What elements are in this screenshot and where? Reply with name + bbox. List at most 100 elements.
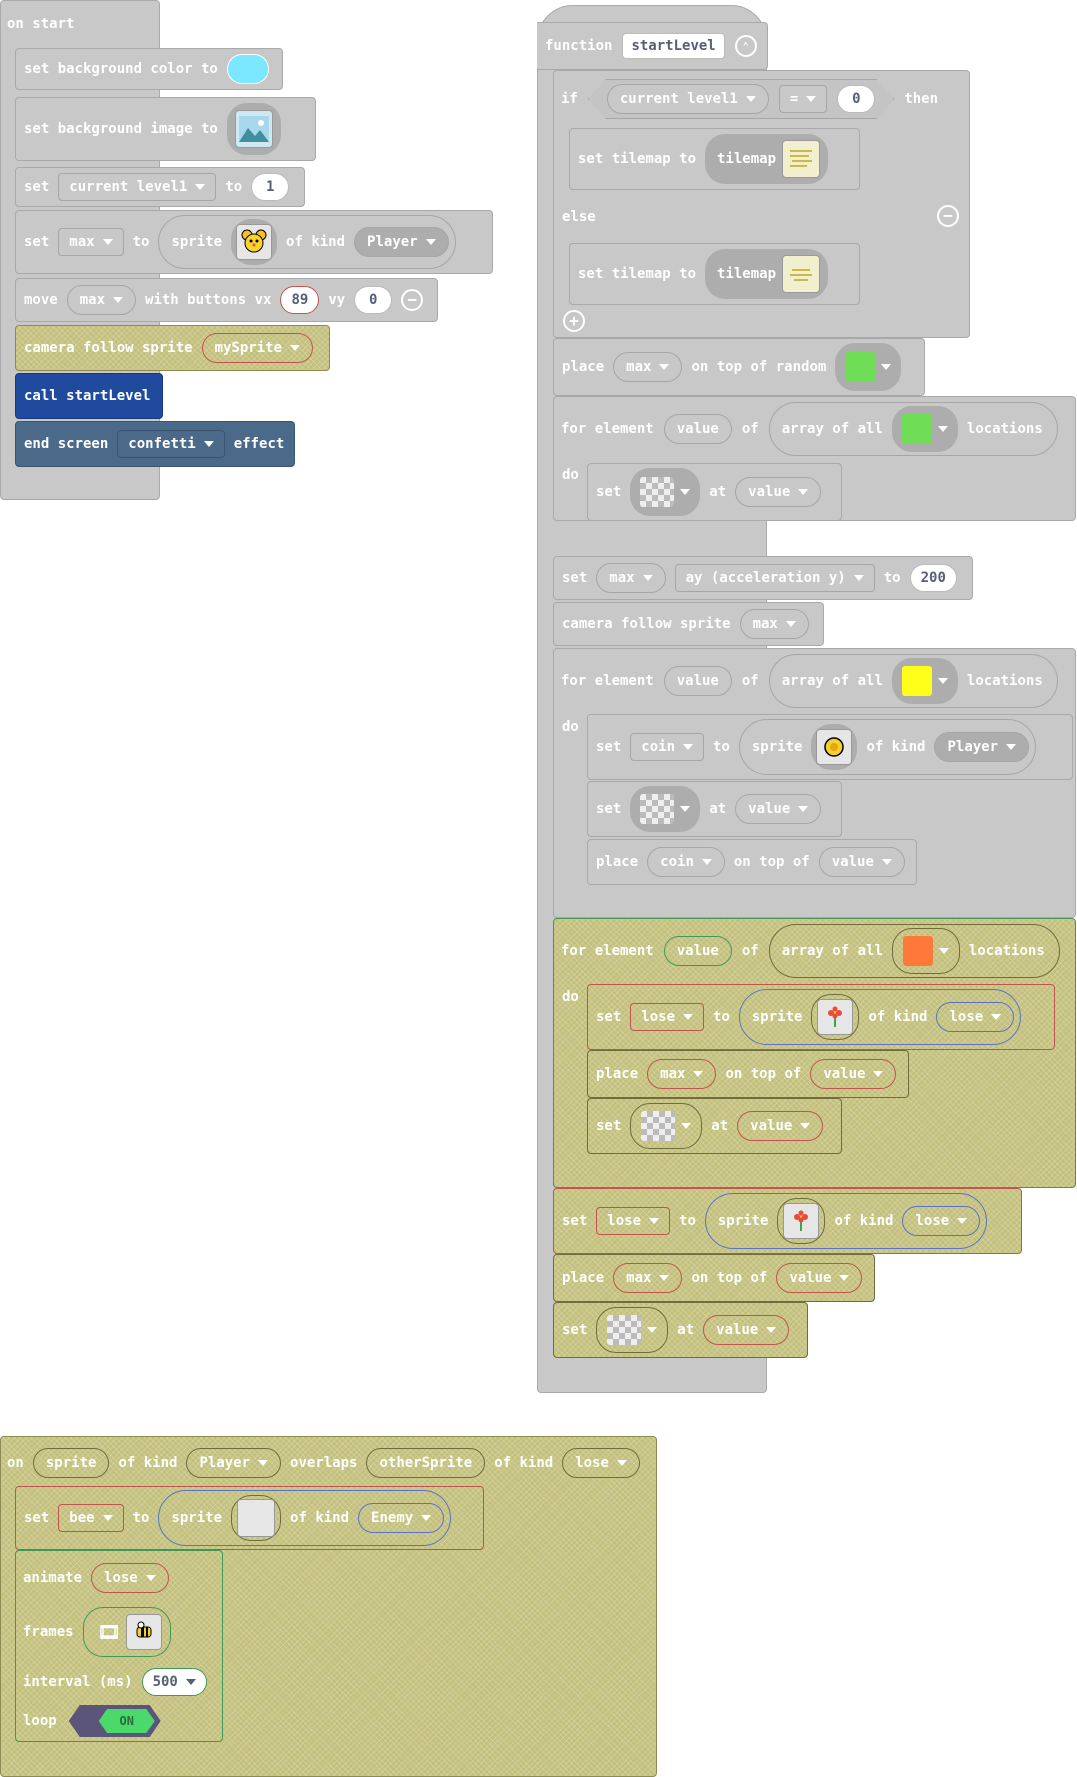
coin-variable-dropdown[interactable]: coin: [630, 733, 705, 761]
if-variable-dropdown[interactable]: current level1: [607, 84, 769, 114]
ay-sprite-dropdown[interactable]: max: [596, 563, 666, 593]
location-variable-dropdown[interactable]: value: [818, 847, 905, 877]
create-sprite-reporter[interactable]: sprite of kind Enemy: [158, 1490, 452, 1546]
set-tilemap-block-2[interactable]: set tilemap to tilemap: [569, 243, 860, 305]
bee-variable-dropdown[interactable]: bee: [58, 1504, 124, 1532]
create-sprite-reporter[interactable]: sprite of kind Player: [738, 719, 1037, 775]
loop-toggle[interactable]: ON: [68, 1705, 161, 1737]
compare-operator-dropdown[interactable]: =: [779, 85, 827, 113]
sprite-image-picker[interactable]: [231, 1495, 282, 1541]
if-row[interactable]: if current level1 = 0 then: [561, 74, 938, 124]
set-lose-sprite-block-2[interactable]: set lose to sprite of kind lose: [553, 1188, 1022, 1254]
function-name-input[interactable]: startLevel: [622, 33, 725, 59]
place-max-block[interactable]: place max on top of value: [587, 1050, 909, 1098]
location-variable-dropdown[interactable]: value: [810, 1059, 897, 1089]
max-variable-dropdown[interactable]: max: [58, 228, 124, 256]
create-sprite-reporter[interactable]: sprite of kind lose: [704, 1193, 988, 1249]
place-variable-dropdown[interactable]: max: [647, 1059, 717, 1089]
set-max-sprite-block[interactable]: set max to sprite of kind Player: [15, 210, 493, 274]
location-variable-dropdown[interactable]: value: [737, 1111, 824, 1141]
minus-circle-icon[interactable]: −: [401, 289, 424, 311]
background-image-picker[interactable]: [226, 103, 281, 155]
tile-picker[interactable]: [891, 406, 958, 452]
loop-2-header[interactable]: for element value of array of all locati…: [561, 652, 1058, 710]
interval-dropdown[interactable]: 500: [141, 1668, 207, 1696]
frames-picker[interactable]: 🎞: [82, 1607, 172, 1657]
camera-follow-max-block[interactable]: camera follow sprite max: [553, 602, 824, 646]
animate-row[interactable]: animate lose: [23, 1556, 169, 1600]
vy-input[interactable]: 0: [354, 286, 393, 314]
sprite-image-picker[interactable]: [777, 1198, 826, 1244]
sprite-image-picker[interactable]: [231, 219, 278, 265]
set-bee-sprite-block[interactable]: set bee to sprite of kind Enemy: [15, 1486, 484, 1550]
set-lose-sprite-block[interactable]: set lose to sprite of kind lose: [587, 984, 1055, 1050]
loop-row[interactable]: loop ON: [23, 1704, 161, 1738]
place-coin-block[interactable]: place coin on top of value: [587, 839, 917, 885]
kind-dropdown[interactable]: Enemy: [358, 1503, 445, 1533]
place-max-block-2[interactable]: place max on top of value: [553, 1254, 875, 1302]
camera-follow-block[interactable]: camera follow sprite mySprite: [15, 325, 330, 371]
compare-value-input[interactable]: 0: [837, 85, 875, 113]
frames-row[interactable]: frames 🎞: [23, 1606, 172, 1658]
lose-variable-dropdown[interactable]: lose: [630, 1003, 705, 1031]
array-of-all-reporter[interactable]: array of all locations: [768, 924, 1060, 978]
kind-dropdown[interactable]: lose: [902, 1206, 981, 1236]
move-variable-dropdown[interactable]: max: [66, 285, 137, 315]
set-tile-at-block[interactable]: set at value: [587, 463, 842, 521]
animate-sprite-dropdown[interactable]: lose: [91, 1563, 169, 1593]
set-acceleration-block[interactable]: set max ay (acceleration y) to 200: [553, 556, 973, 600]
lose-variable-dropdown[interactable]: lose: [596, 1207, 671, 1235]
location-variable-dropdown[interactable]: value: [735, 477, 822, 507]
create-sprite-reporter[interactable]: sprite of kind Player: [158, 215, 456, 269]
vx-input[interactable]: 89: [280, 286, 320, 314]
plus-circle-icon[interactable]: +: [563, 310, 585, 332]
element-variable[interactable]: value: [663, 414, 732, 444]
kind-1-dropdown[interactable]: Player: [186, 1448, 282, 1478]
place-variable-dropdown[interactable]: max: [613, 352, 683, 382]
element-variable[interactable]: value: [663, 666, 732, 696]
set-tile-at-block[interactable]: set at value: [587, 781, 842, 837]
minus-circle-icon[interactable]: −: [937, 205, 959, 227]
set-background-color-block[interactable]: set background color to: [15, 48, 283, 90]
element-variable[interactable]: value: [663, 936, 732, 966]
tile-picker[interactable]: [630, 1103, 703, 1149]
place-variable-dropdown[interactable]: max: [613, 1263, 683, 1293]
compare-condition[interactable]: current level1 = 0: [588, 79, 894, 119]
current-level-variable-dropdown[interactable]: current level1: [58, 173, 217, 201]
tile-picker[interactable]: [630, 786, 701, 832]
set-tile-at-block[interactable]: set at value: [587, 1098, 842, 1154]
function-header[interactable]: function startLevel ⌃: [537, 22, 768, 70]
tile-picker[interactable]: [891, 658, 958, 704]
collapse-chevron-icon[interactable]: ⌃: [734, 35, 757, 57]
kind-dropdown[interactable]: lose: [936, 1002, 1015, 1032]
tilemap-picker[interactable]: tilemap: [705, 249, 829, 299]
loop-1-header[interactable]: for element value of array of all locati…: [561, 400, 1058, 458]
sprite-image-picker[interactable]: [811, 994, 860, 1040]
other-sprite-variable[interactable]: otherSprite: [366, 1448, 486, 1478]
sprite-image-picker[interactable]: [811, 724, 858, 770]
move-with-buttons-block[interactable]: move max with buttons vx 89 vy 0 −: [15, 278, 438, 322]
acceleration-value-input[interactable]: 200: [909, 564, 957, 592]
level-value-input[interactable]: 1: [251, 173, 290, 201]
tile-picker[interactable]: [596, 1307, 669, 1353]
kind-dropdown[interactable]: Player: [354, 227, 449, 257]
tile-picker[interactable]: [835, 343, 902, 391]
tilemap-picker[interactable]: tilemap: [705, 134, 829, 184]
set-tilemap-block-1[interactable]: set tilemap to tilemap: [569, 128, 860, 190]
set-tile-at-block-2[interactable]: set at value: [553, 1302, 808, 1358]
tile-picker[interactable]: [891, 928, 960, 974]
kind-dropdown[interactable]: Player: [934, 732, 1030, 762]
interval-row[interactable]: interval (ms) 500: [23, 1664, 207, 1700]
array-of-all-reporter[interactable]: array of all locations: [768, 654, 1058, 708]
background-color-swatch[interactable]: [226, 54, 269, 84]
end-screen-block[interactable]: end screen confetti effect: [15, 421, 295, 467]
array-of-all-reporter[interactable]: array of all locations: [768, 402, 1058, 456]
camera-sprite-dropdown[interactable]: mySprite: [201, 333, 314, 363]
property-dropdown[interactable]: ay (acceleration y): [674, 564, 875, 592]
overlap-header[interactable]: on sprite of kind Player overlaps otherS…: [7, 1440, 640, 1486]
set-current-level-block[interactable]: set current level1 to 1: [15, 167, 305, 207]
location-variable-dropdown[interactable]: value: [776, 1263, 863, 1293]
kind-2-dropdown[interactable]: lose: [562, 1448, 640, 1478]
set-background-image-block[interactable]: set background image to: [15, 97, 316, 161]
place-variable-dropdown[interactable]: coin: [647, 847, 725, 877]
